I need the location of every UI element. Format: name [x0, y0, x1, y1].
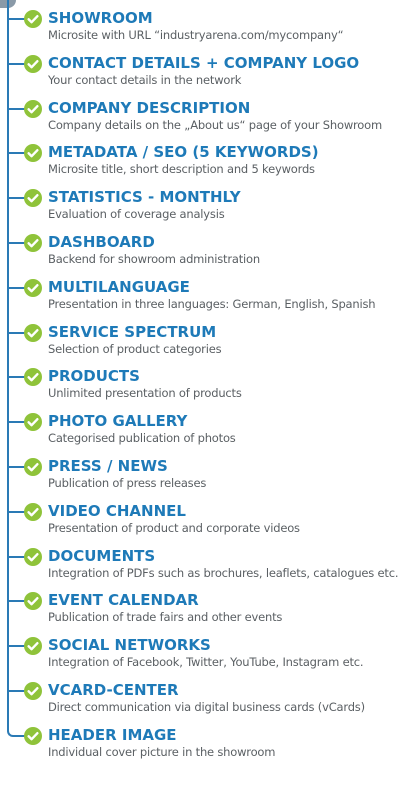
feature-title: VCARD-CENTER	[48, 681, 179, 699]
check-circle-icon	[24, 637, 42, 656]
feature-description: Selection of product categories	[48, 341, 222, 356]
feature-description: Categorised publication of photos	[48, 431, 236, 446]
check-circle-icon	[24, 413, 42, 432]
feature-description: Publication of trade fairs and other eve…	[48, 610, 283, 625]
feature-title: HEADER IMAGE	[48, 725, 177, 744]
feature-description: Integration of Facebook, Twitter, YouTub…	[48, 655, 364, 670]
feature-title: PHOTO GALLERY	[48, 412, 188, 431]
feature-title: SOCIAL NETWORKS	[48, 636, 211, 655]
feature-title: MULTILANGUAGE	[48, 277, 190, 296]
feature-description: Unlimited presentation of products	[48, 386, 242, 401]
feature-title: PRESS / NEWS	[48, 457, 168, 475]
feature-item: PHOTO GALLERY Categorised publication of…	[0, 410, 412, 450]
check-circle-icon	[24, 54, 42, 73]
feature-title: STATISTICS - MONTHLY	[48, 188, 241, 207]
check-circle-icon	[24, 323, 42, 342]
feature-item: PRODUCTS Unlimited presentation of produ…	[0, 365, 412, 405]
feature-tree: SHOWROOM Microsite with URL “industryare…	[0, 0, 412, 792]
feature-description: Evaluation of coverage analysis	[48, 207, 225, 222]
check-circle-icon	[24, 592, 42, 611]
feature-title: CONTACT DETAILS + COMPANY LOGO	[48, 53, 360, 72]
check-circle-icon	[24, 726, 42, 745]
check-circle-icon	[24, 502, 42, 521]
feature-description: Integration of PDFs such as brochures, l…	[48, 565, 399, 580]
feature-title: SHOWROOM	[48, 9, 153, 27]
feature-item: SHOWROOM Microsite with URL “industryare…	[0, 7, 412, 47]
feature-title: EVENT CALENDAR	[48, 591, 199, 610]
check-circle-icon	[24, 547, 42, 566]
feature-title: COMPANY DESCRIPTION	[48, 98, 251, 117]
check-circle-icon	[24, 368, 42, 387]
feature-item: COMPANY DESCRIPTION Company details on t…	[0, 97, 412, 137]
feature-item: SERVICE SPECTRUM Selection of product ca…	[0, 321, 412, 361]
feature-item: PRESS / NEWS Publication of press releas…	[0, 455, 412, 495]
feature-title: DASHBOARD	[48, 233, 155, 251]
feature-item: DOCUMENTS Integration of PDFs such as br…	[0, 545, 412, 585]
feature-item: VCARD-CENTER Direct communication via di…	[0, 679, 412, 719]
feature-description: Presentation of product and corporate vi…	[48, 520, 300, 535]
feature-description: Direct communication via digital busines…	[48, 700, 365, 714]
feature-item: CONTACT DETAILS + COMPANY LOGO Your cont…	[0, 52, 412, 92]
feature-item: STATISTICS - MONTHLY Evaluation of cover…	[0, 186, 412, 226]
feature-item: EVENT CALENDAR Publication of trade fair…	[0, 589, 412, 629]
feature-item: SOCIAL NETWORKS Integration of Facebook,…	[0, 634, 412, 674]
feature-description: Company details on the „About us“ page o…	[48, 117, 382, 132]
check-circle-icon	[24, 144, 42, 163]
feature-item: HEADER IMAGE Individual cover picture in…	[0, 723, 412, 764]
feature-item: VIDEO CHANNEL Presentation of product an…	[0, 500, 412, 540]
feature-item: MULTILANGUAGE Presentation in three lang…	[0, 276, 412, 316]
feature-description: Backend for showroom administration	[48, 252, 260, 266]
feature-title: DOCUMENTS	[48, 546, 156, 565]
feature-description: Microsite title, short description and 5…	[48, 162, 315, 177]
check-circle-icon	[24, 682, 42, 700]
check-circle-icon	[24, 458, 42, 476]
feature-title: METADATA / SEO (5 KEYWORDS)	[48, 143, 319, 162]
check-circle-icon	[24, 189, 42, 208]
feature-title: SERVICE SPECTRUM	[48, 322, 217, 341]
feature-description: Presentation in three languages: German,…	[48, 296, 376, 311]
feature-description: Publication of press releases	[48, 476, 207, 490]
feature-description: Your contact details in the network	[48, 72, 242, 87]
feature-description: Microsite with URL “industryarena.com/my…	[48, 28, 344, 42]
check-circle-icon	[24, 10, 42, 28]
check-circle-icon	[24, 278, 42, 297]
feature-description: Individual cover picture in the showroom	[48, 744, 276, 759]
check-circle-icon	[24, 234, 42, 252]
feature-title: PRODUCTS	[48, 367, 140, 386]
feature-item: DASHBOARD Backend for showroom administr…	[0, 231, 412, 271]
feature-item: METADATA / SEO (5 KEYWORDS) Microsite ti…	[0, 141, 412, 181]
feature-title: VIDEO CHANNEL	[48, 501, 186, 520]
check-circle-icon	[24, 99, 42, 118]
